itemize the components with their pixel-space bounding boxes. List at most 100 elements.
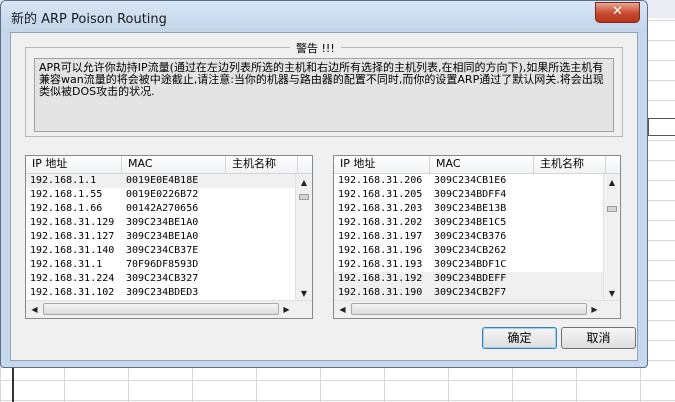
- list-header: IP 地址 MAC 主机名称: [26, 156, 312, 174]
- list-body: 192.168.31.206 309C234CB1E6 192.168.31.205…: [334, 174, 605, 302]
- table-row[interactable]: 192.168.31.224 309C234CB327: [26, 272, 297, 286]
- ok-button[interactable]: 确定: [482, 327, 557, 349]
- cancel-button[interactable]: 取消: [561, 327, 636, 349]
- close-icon: ✕: [612, 4, 623, 19]
- hostname-cell: [230, 216, 296, 230]
- mac-cell: 309C234BDF1C: [434, 259, 507, 270]
- ip-cell: 192.168.31.192: [338, 273, 423, 284]
- hostname-cell: [230, 188, 296, 202]
- scroll-up-icon[interactable]: ▲: [604, 174, 620, 191]
- vertical-scrollbar[interactable]: ▲ ▼: [295, 174, 312, 302]
- table-row[interactable]: 192.168.31.202 309C234BE1C5: [334, 216, 605, 230]
- table-row[interactable]: 192.168.31.205 309C234BDFF4: [334, 188, 605, 202]
- hostname-cell: [230, 244, 296, 258]
- hostname-cell: [230, 272, 296, 286]
- scroll-left-icon[interactable]: ◀: [26, 301, 43, 318]
- column-ip[interactable]: IP 地址: [26, 156, 122, 173]
- hostname-cell: [538, 188, 604, 202]
- table-row[interactable]: 192.168.31.192 309C234BDEFF: [334, 272, 605, 286]
- ip-cell: 192.168.1.1: [30, 175, 97, 186]
- ip-cell: 192.168.31.190: [338, 287, 423, 298]
- column-hostname[interactable]: 主机名称: [226, 156, 298, 173]
- mac-cell: 309C234CB376: [434, 231, 507, 242]
- close-button[interactable]: ✕: [595, 2, 640, 23]
- ip-cell: 192.168.31.206: [338, 175, 423, 186]
- hostname-cell: [230, 286, 296, 300]
- mac-cell: 309C234CB327: [126, 273, 199, 284]
- column-mac[interactable]: MAC: [430, 156, 534, 173]
- mac-cell: 309C234BE1A0: [126, 217, 199, 228]
- hostname-cell: [538, 216, 604, 230]
- scroll-left-icon[interactable]: ◀: [334, 301, 351, 318]
- hostname-cell: [538, 230, 604, 244]
- horizontal-scrollbar[interactable]: ◀ ▶: [334, 300, 620, 318]
- horizontal-scrollbar[interactable]: ◀ ▶: [26, 300, 312, 318]
- mac-cell: 309C234CB262: [434, 245, 507, 256]
- ip-cell: 192.168.31.193: [338, 259, 423, 270]
- table-row[interactable]: 192.168.1.1 0019E0E4B18E: [26, 174, 297, 188]
- hostname-cell: [538, 272, 604, 286]
- scroll-right-icon[interactable]: ▶: [278, 301, 295, 318]
- mac-cell: 309C234BDED3: [126, 287, 199, 298]
- ip-cell: 192.168.31.1: [30, 259, 103, 270]
- table-row[interactable]: 192.168.31.193 309C234BDF1C: [334, 258, 605, 272]
- scroll-right-icon[interactable]: ▶: [586, 301, 603, 318]
- hostname-cell: [538, 258, 604, 272]
- left-host-list[interactable]: IP 地址 MAC 主机名称 192.168.1.1 0019E0E4B18E 19…: [25, 155, 313, 319]
- ip-cell: 192.168.31.140: [30, 245, 115, 256]
- ip-cell: 192.168.31.102: [30, 287, 115, 298]
- table-row[interactable]: 192.168.31.129 309C234BE1A0: [26, 216, 297, 230]
- scroll-thumb[interactable]: [607, 206, 617, 212]
- table-row[interactable]: 192.168.31.206 309C234CB1E6: [334, 174, 605, 188]
- hostname-cell: [538, 286, 604, 300]
- scroll-thumb[interactable]: [43, 303, 279, 315]
- hostname-cell: [230, 230, 296, 244]
- warning-legend: 警告 !!!: [290, 40, 341, 56]
- mac-cell: 309C234BDFF4: [434, 189, 507, 200]
- hostname-cell: [538, 202, 604, 216]
- table-row[interactable]: 192.168.1.66 00142A270656: [26, 202, 297, 216]
- table-row[interactable]: 192.168.31.127 309C234BE1A0: [26, 230, 297, 244]
- warning-text: APR可以允许你劫持IP流量(通过在左边列表所选的主机和右边所有选择的主机列表,…: [34, 58, 614, 132]
- scroll-up-icon[interactable]: ▲: [296, 174, 312, 191]
- table-row[interactable]: 192.168.31.196 309C234CB262: [334, 244, 605, 258]
- list-header: IP 地址 MAC 主机名称: [334, 156, 620, 174]
- mac-cell: 0019E0226B72: [126, 189, 199, 200]
- ip-cell: 192.168.31.202: [338, 217, 423, 228]
- ip-cell: 192.168.31.197: [338, 231, 423, 242]
- table-row[interactable]: 192.168.31.203 309C234BE13B: [334, 202, 605, 216]
- ip-cell: 192.168.31.129: [30, 217, 115, 228]
- hostname-cell: [230, 174, 296, 188]
- ip-cell: 192.168.1.66: [30, 203, 103, 214]
- hostname-cell: [538, 174, 604, 188]
- ip-cell: 192.168.31.127: [30, 231, 115, 242]
- column-hostname[interactable]: 主机名称: [534, 156, 606, 173]
- mac-cell: 309C234CB1E6: [434, 175, 507, 186]
- column-ip[interactable]: IP 地址: [334, 156, 430, 173]
- title-bar[interactable]: 新的 ARP Poison Routing ✕: [1, 1, 647, 31]
- ip-cell: 192.168.31.196: [338, 245, 423, 256]
- background-cell: [648, 118, 675, 136]
- scroll-thumb[interactable]: [299, 194, 309, 200]
- mac-cell: 0019E0E4B18E: [126, 175, 199, 186]
- mac-cell: 309C234BE1C5: [434, 217, 507, 228]
- mac-cell: 309C234BE13B: [434, 203, 507, 214]
- table-row[interactable]: 192.168.31.102 309C234BDED3: [26, 286, 297, 300]
- ip-cell: 192.168.1.55: [30, 189, 103, 200]
- ip-cell: 192.168.31.203: [338, 203, 423, 214]
- table-row[interactable]: 192.168.31.1 70F96DF8593D: [26, 258, 297, 272]
- right-host-list[interactable]: IP 地址 MAC 主机名称 192.168.31.206 309C234CB1E…: [333, 155, 621, 319]
- table-row[interactable]: 192.168.31.197 309C234CB376: [334, 230, 605, 244]
- hostname-cell: [230, 258, 296, 272]
- table-row[interactable]: 192.168.31.140 309C234CB37E: [26, 244, 297, 258]
- list-body: 192.168.1.1 0019E0E4B18E 192.168.1.55 0019E…: [26, 174, 297, 302]
- mac-cell: 309C234CB2F7: [434, 287, 507, 298]
- scroll-thumb[interactable]: [351, 303, 587, 315]
- table-row[interactable]: 192.168.31.190 309C234CB2F7: [334, 286, 605, 300]
- hostname-cell: [230, 202, 296, 216]
- vertical-scrollbar[interactable]: ▲ ▼: [603, 174, 620, 302]
- arp-poison-routing-dialog: 新的 ARP Poison Routing ✕ 警告 !!! APR可以允许你劫…: [0, 0, 648, 368]
- mac-cell: 309C234BE1A0: [126, 231, 199, 242]
- table-row[interactable]: 192.168.1.55 0019E0226B72: [26, 188, 297, 202]
- column-mac[interactable]: MAC: [122, 156, 226, 173]
